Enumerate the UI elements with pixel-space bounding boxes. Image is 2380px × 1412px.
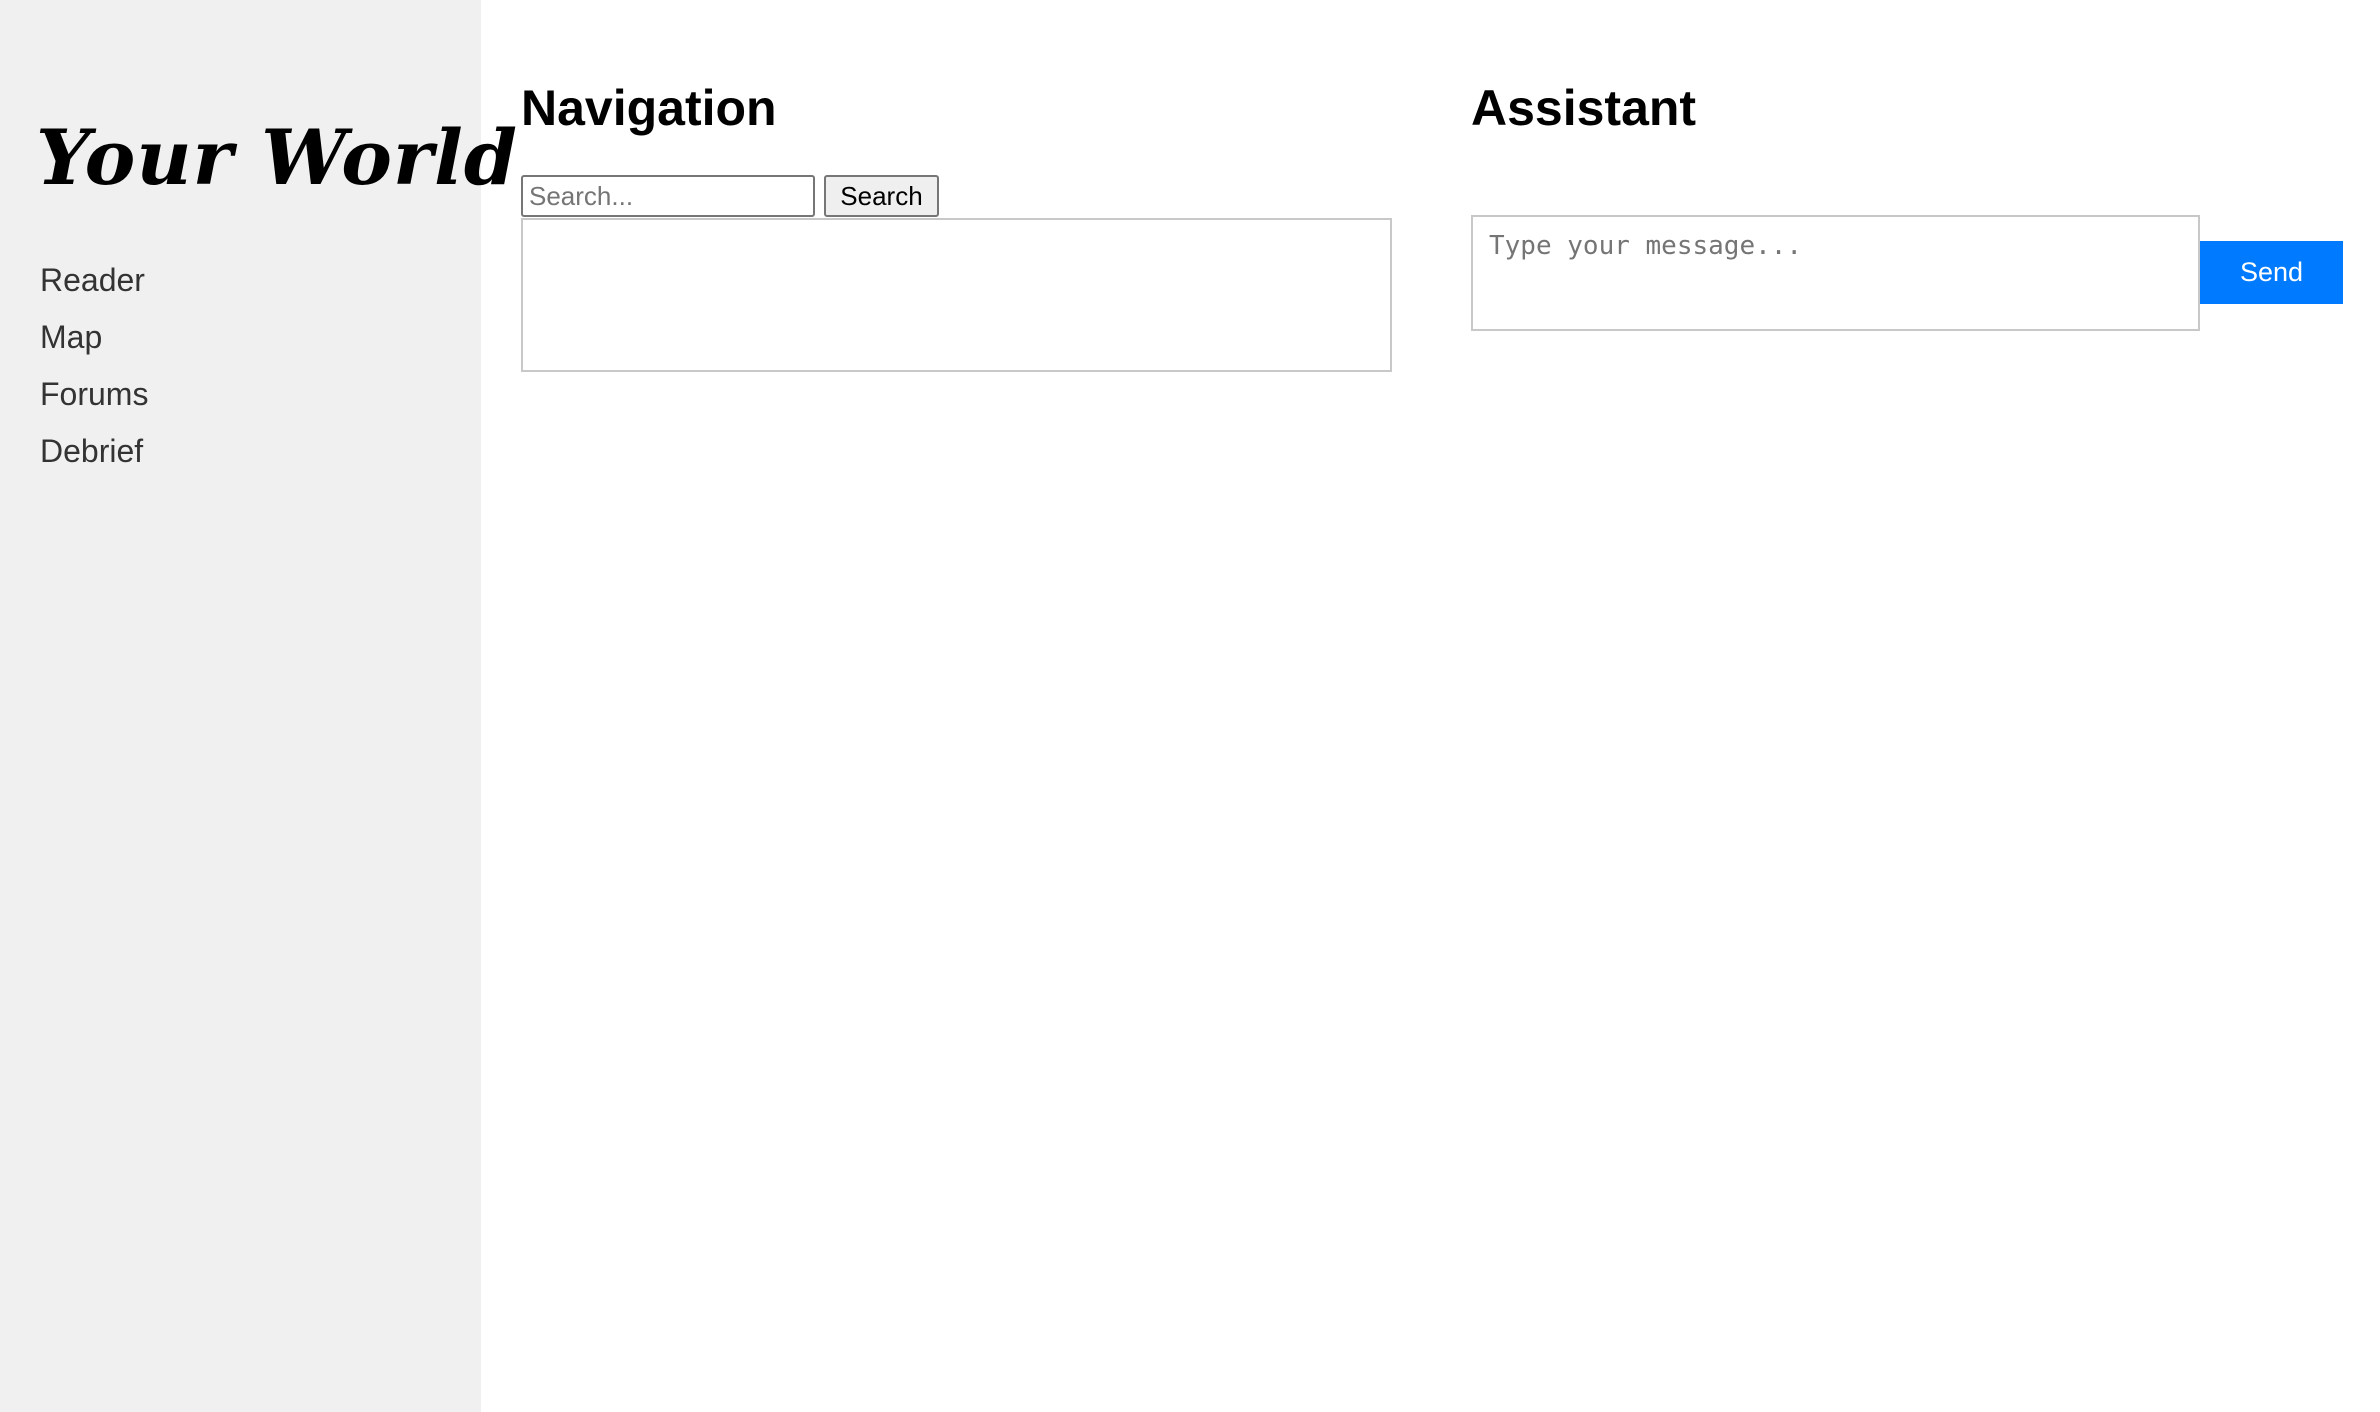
navigation-title: Navigation xyxy=(521,80,777,136)
site-logo: Your World xyxy=(36,113,518,202)
sidebar-item-map[interactable]: Map xyxy=(40,309,148,366)
message-input[interactable] xyxy=(1471,215,2200,331)
sidebar-item-forums[interactable]: Forums xyxy=(40,366,148,423)
sidebar-item-debrief[interactable]: Debrief xyxy=(40,423,148,480)
sidebar-item-reader[interactable]: Reader xyxy=(40,252,148,309)
search-results xyxy=(521,218,1392,372)
sidebar-nav: Reader Map Forums Debrief xyxy=(40,252,148,480)
search-input[interactable] xyxy=(521,175,815,217)
send-button[interactable]: Send xyxy=(2200,241,2343,304)
sidebar: Your World Reader Map Forums Debrief xyxy=(0,0,518,1412)
search-button[interactable]: Search xyxy=(824,175,939,217)
assistant-title: Assistant xyxy=(1471,80,1697,136)
